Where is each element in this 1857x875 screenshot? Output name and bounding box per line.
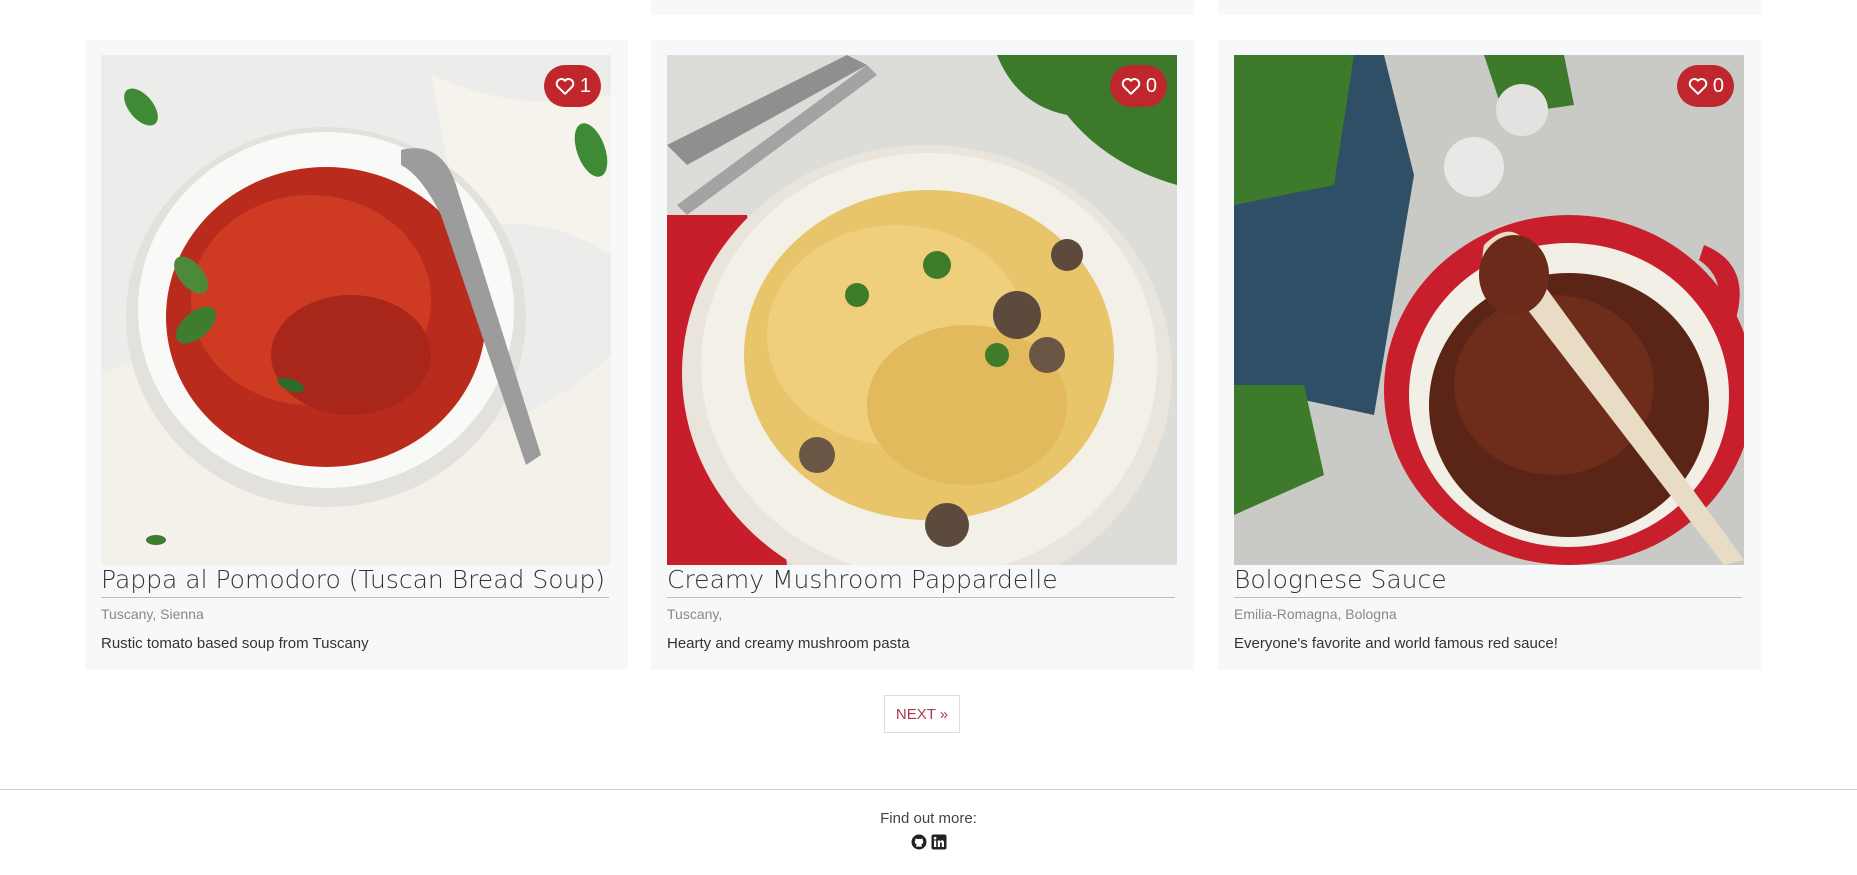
recipe-description: Rustic tomato based soup from Tuscany xyxy=(101,635,369,652)
linkedin-icon[interactable] xyxy=(931,834,947,850)
heart-icon xyxy=(1121,78,1141,95)
recipe-description: Everyone's favorite and world famous red… xyxy=(1234,635,1558,652)
card-stub-3 xyxy=(1218,0,1761,15)
recipe-title[interactable]: Pappa al Pomodoro (Tuscan Bread Soup) xyxy=(101,564,609,598)
recipe-card[interactable]: 1 Pappa al Pomodoro (Tuscan Bread Soup) … xyxy=(85,40,628,670)
heart-icon xyxy=(555,78,575,95)
recipe-title[interactable]: Bolognese Sauce xyxy=(1234,564,1742,598)
recipe-image[interactable]: 1 xyxy=(101,55,611,565)
recipe-description: Hearty and creamy mushroom pasta xyxy=(667,635,910,652)
like-button[interactable]: 0 xyxy=(1676,65,1734,107)
recipe-card[interactable]: 0 Creamy Mushroom Pappardelle Tuscany, H… xyxy=(651,40,1194,670)
like-button[interactable]: 0 xyxy=(1109,65,1167,107)
recipe-image[interactable]: 0 xyxy=(667,55,1177,565)
github-icon[interactable] xyxy=(911,834,927,850)
recipe-location: Tuscany, Sienna xyxy=(101,606,204,622)
next-page-button[interactable]: NEXT » xyxy=(884,695,960,733)
footer: Find out more: xyxy=(0,789,1857,875)
heart-icon xyxy=(1688,78,1708,95)
recipe-location: Tuscany, xyxy=(667,606,723,622)
like-button[interactable]: 1 xyxy=(543,65,601,107)
social-links xyxy=(0,834,1857,850)
recipe-card[interactable]: 0 Bolognese Sauce Emilia-Romagna, Bologn… xyxy=(1218,40,1761,670)
card-stub-2 xyxy=(651,0,1194,15)
find-out-more-label: Find out more: xyxy=(880,810,977,827)
recipe-title[interactable]: Creamy Mushroom Pappardelle xyxy=(667,564,1175,598)
like-count: 0 xyxy=(1145,74,1157,97)
like-count: 1 xyxy=(579,74,591,97)
recipe-location: Emilia-Romagna, Bologna xyxy=(1234,606,1397,622)
recipe-image[interactable]: 0 xyxy=(1234,55,1744,565)
like-count: 0 xyxy=(1712,74,1724,97)
